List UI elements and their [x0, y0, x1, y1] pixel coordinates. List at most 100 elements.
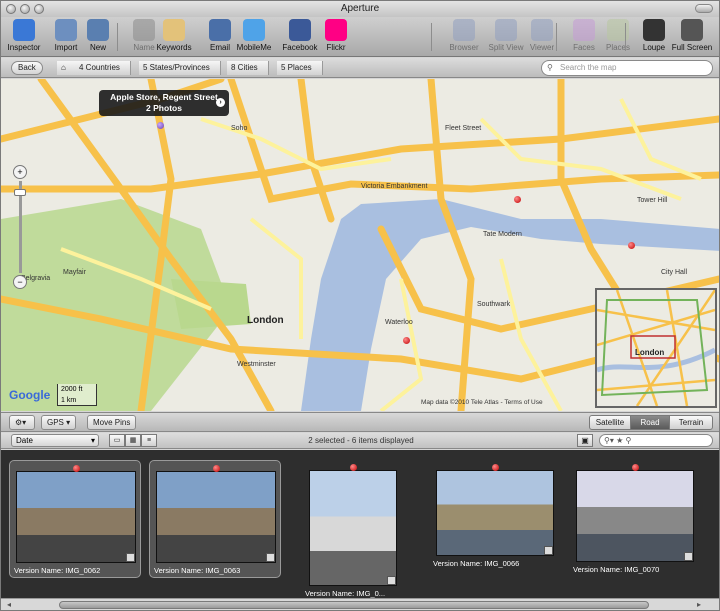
- toolbar-full-screen-button[interactable]: Full Screen: [669, 18, 715, 56]
- map-copyright: Map data ©2010 Tele Atlas - Terms of Use: [421, 399, 543, 406]
- filter-search-input[interactable]: ⚲▾ ★ ⚲: [599, 434, 713, 447]
- full-screen-icon: [681, 19, 703, 41]
- move-pins-button[interactable]: Move Pins: [87, 415, 137, 430]
- map-mode-satellite[interactable]: Satellite: [589, 415, 631, 430]
- thumbnail-caption: Version Name: IMG_0...: [305, 589, 386, 598]
- photo-thumbnail-image: [156, 471, 276, 563]
- thumbnail-caption: Version Name: IMG_0063: [154, 566, 241, 575]
- map-search-input[interactable]: ⚲ Search the map: [541, 60, 713, 76]
- window-title: Aperture: [340, 3, 380, 14]
- map-view[interactable]: London Soho Waterloo Southwark City Hall…: [1, 79, 719, 411]
- thumbnail-caption: Version Name: IMG_0070: [573, 565, 660, 574]
- callout-arrow-icon[interactable]: ›: [216, 98, 225, 107]
- adjusted-badge-icon: [684, 552, 693, 561]
- filmstrip-view-icon[interactable]: ▭: [109, 434, 125, 447]
- search-placeholder: Search the map: [560, 63, 617, 72]
- minimize-window-button[interactable]: [20, 4, 30, 14]
- zoom-out-button[interactable]: −: [13, 275, 27, 289]
- toolbar-viewer-button[interactable]: Viewer: [519, 18, 565, 56]
- toolbar-label: New: [89, 43, 106, 52]
- split-view-icon: [495, 19, 517, 41]
- photo-pin-regent-street[interactable]: [157, 122, 164, 129]
- zoom-slider[interactable]: + −: [13, 165, 27, 291]
- filmstrip-thumbnail[interactable]: Version Name: IMG_0070: [569, 460, 701, 578]
- zoom-thumb[interactable]: [14, 189, 26, 196]
- place-callout[interactable]: Apple Store, Regent Street 2 Photos ›: [99, 90, 229, 116]
- scroll-left-icon[interactable]: ◂: [7, 600, 11, 609]
- google-logo: Google: [9, 388, 51, 402]
- action-gear-icon[interactable]: ⚙▾: [9, 415, 35, 430]
- overview-label: London: [635, 348, 665, 357]
- photo-pin-city-hall[interactable]: [628, 242, 635, 249]
- adjusted-badge-icon: [266, 553, 275, 562]
- filmstrip-thumbnail[interactable]: Version Name: IMG_0066: [429, 460, 561, 578]
- back-button[interactable]: Back: [11, 61, 43, 75]
- photo-pin-waterloo[interactable]: [403, 337, 410, 344]
- toolbar-toggle-button[interactable]: [695, 4, 713, 13]
- place-label-tower-hill: Tower Hill: [637, 197, 668, 204]
- overview-map[interactable]: London: [595, 288, 717, 408]
- location-pin-icon: [213, 465, 220, 472]
- photo-pin-tate[interactable]: [514, 196, 521, 203]
- toolbar-flickr-button[interactable]: Flickr: [313, 18, 359, 56]
- map-control-bar: ⚙▾ GPS ▾ Move Pins Satellite Road Terrai…: [1, 412, 719, 432]
- location-pin-icon: [73, 465, 80, 472]
- grid-view-icon[interactable]: ▦: [125, 434, 141, 447]
- loupe-icon: [643, 19, 665, 41]
- toolbar-new-button[interactable]: New: [75, 18, 121, 56]
- chevron-down-icon: ▾: [90, 436, 95, 445]
- email-icon: [209, 19, 231, 41]
- scroll-right-icon[interactable]: ▸: [697, 600, 701, 609]
- zoom-window-button[interactable]: [34, 4, 44, 14]
- keywords-tag-icon: [163, 19, 185, 41]
- filmstrip-thumbnail[interactable]: Version Name: IMG_0063: [149, 460, 281, 578]
- breadcrumb-countries[interactable]: 4 Countries: [75, 61, 131, 75]
- import-arrow-icon: [55, 19, 77, 41]
- location-pin-icon: [350, 464, 357, 471]
- toolbar-label: Keywords: [156, 43, 192, 52]
- breadcrumb-states[interactable]: 5 States/Provinces: [139, 61, 221, 75]
- home-icon[interactable]: ⌂: [57, 61, 77, 75]
- toolbar-label: Viewer: [529, 43, 555, 52]
- toolbar-separator: [431, 23, 432, 51]
- adjusted-badge-icon: [387, 576, 396, 585]
- filmstrip-thumbnail[interactable]: Version Name: IMG_0062: [9, 460, 141, 578]
- toolbar-separator: [625, 23, 626, 51]
- map-mode-terrain[interactable]: Terrain: [669, 415, 713, 430]
- scrollbar-knob[interactable]: [59, 601, 649, 609]
- zoom-in-button[interactable]: +: [13, 165, 27, 179]
- gps-popup-button[interactable]: GPS ▾: [41, 415, 77, 430]
- search-icon: ⚲: [547, 63, 553, 72]
- toolbar-separator: [556, 23, 557, 51]
- toolbar-keywords-button[interactable]: Keywords: [151, 18, 197, 56]
- list-view-icon[interactable]: ≡: [141, 434, 157, 447]
- flickr-icon: [325, 19, 347, 41]
- location-pin-icon: [632, 464, 639, 471]
- toolbar-mobileme-button[interactable]: MobileMe: [231, 18, 277, 56]
- location-pin-icon: [492, 464, 499, 471]
- scale-feet: 2000 ft: [61, 386, 83, 393]
- browser-toggle-icon[interactable]: ▣: [577, 434, 593, 447]
- mobileme-cloud-icon: [243, 19, 265, 41]
- toolbar-label: Browser: [449, 43, 479, 52]
- horizontal-scrollbar[interactable]: ◂ ▸: [1, 598, 719, 610]
- callout-subtitle: 2 Photos: [146, 103, 182, 113]
- filmstrip-thumbnail[interactable]: Version Name: IMG_0...: [301, 460, 405, 598]
- selection-status: 2 selected - 6 items displayed: [308, 436, 414, 445]
- breadcrumb-cities[interactable]: 8 Cities: [227, 61, 269, 75]
- places-nav-bar: Back ⌂ 4 Countries 5 States/Provinces 8 …: [1, 58, 719, 78]
- filter-search-icon: ⚲▾ ★ ⚲: [604, 436, 632, 445]
- close-window-button[interactable]: [6, 4, 16, 14]
- map-mode-road[interactable]: Road: [630, 415, 670, 430]
- toolbar-inspector-button[interactable]: Inspector: [1, 18, 47, 56]
- facebook-icon: [289, 19, 311, 41]
- toolbar-browser-button[interactable]: Browser: [441, 18, 487, 56]
- place-label-waterloo: Waterloo: [385, 319, 413, 326]
- filmstrip: Version Name: IMG_0062 Version Name: IMG_…: [1, 450, 719, 598]
- place-label-city-hall: City Hall: [661, 269, 688, 276]
- toolbar-separator: [117, 23, 118, 51]
- sort-popup[interactable]: Date ▾: [11, 434, 99, 447]
- scale-km: 1 km: [61, 397, 77, 404]
- breadcrumb-places[interactable]: 5 Places: [277, 61, 323, 75]
- title-bar: Aperture: [1, 1, 719, 17]
